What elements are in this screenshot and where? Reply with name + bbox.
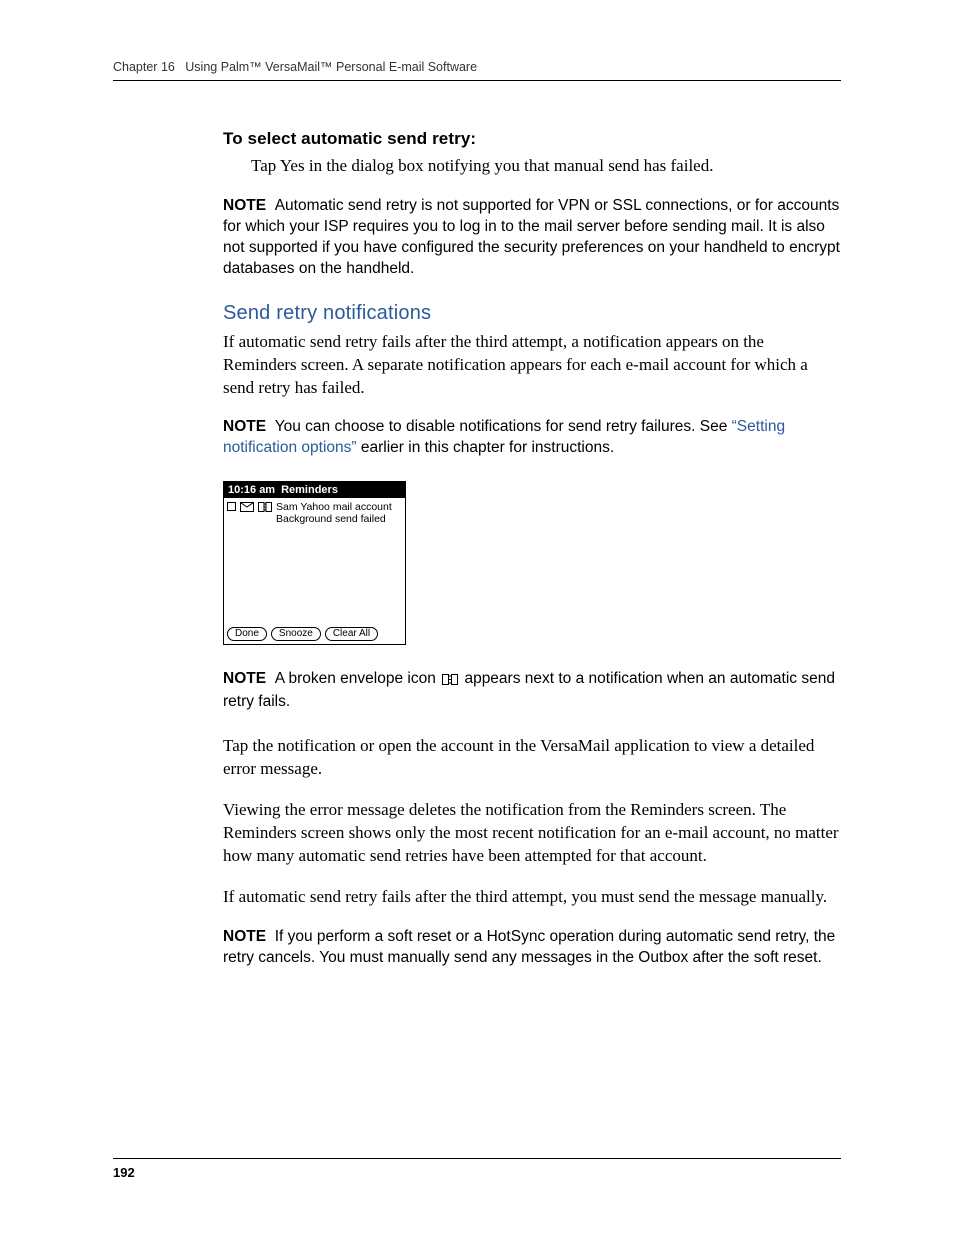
page-footer: 192 (113, 1158, 841, 1180)
screenshot-titlebar: 10:16 am Reminders (224, 482, 405, 498)
note-broken-envelope: NOTE A broken envelope icon appears next… (223, 669, 841, 713)
screenshot-title: Reminders (281, 484, 401, 496)
note-vpn-ssl: NOTE Automatic send retry is not support… (223, 196, 841, 280)
paragraph-manual: If automatic send retry fails after the … (223, 886, 841, 909)
device-screenshot: 10:16 am Reminders Sam Yahoo mail accoun… (223, 481, 406, 645)
note-label: NOTE (223, 670, 266, 687)
note-label: NOTE (223, 197, 266, 214)
clear-all-button: Clear All (325, 627, 378, 641)
page: Chapter 16 Using Palm™ VersaMail™ Person… (0, 0, 954, 1235)
envelope-icon (240, 502, 254, 515)
screenshot-body: Sam Yahoo mail account Background send f… (224, 498, 405, 624)
note-body: Automatic send retry is not supported fo… (223, 197, 840, 277)
checkbox-icon (227, 502, 236, 511)
running-header: Chapter 16 Using Palm™ VersaMail™ Person… (113, 60, 841, 81)
chapter-title: Using Palm™ VersaMail™ Personal E-mail S… (185, 60, 477, 74)
note-label: NOTE (223, 928, 266, 945)
snooze-button: Snooze (271, 627, 321, 641)
broken-envelope-icon (442, 671, 458, 692)
reminder-line2: Background send failed (276, 513, 402, 525)
body-select-retry: Tap Yes in the dialog box notifying you … (251, 155, 841, 178)
done-button: Done (227, 627, 267, 641)
paragraph-tap: Tap the notification or open the account… (223, 735, 841, 781)
reminder-line1: Sam Yahoo mail account (276, 501, 392, 513)
section-heading-notifications: Send retry notifications (223, 302, 841, 325)
note-soft-reset: NOTE If you perform a soft reset or a Ho… (223, 927, 841, 969)
body-notifications: If automatic send retry fails after the … (223, 331, 841, 400)
subheading-select-retry: To select automatic send retry: (223, 129, 841, 149)
note-body: If you perform a soft reset or a HotSync… (223, 928, 835, 966)
note-label: NOTE (223, 418, 266, 435)
chapter-label: Chapter 16 (113, 60, 175, 74)
paragraph-viewing: Viewing the error message deletes the no… (223, 799, 841, 868)
note-text-pre: You can choose to disable notifications … (275, 418, 732, 435)
note-text-post: earlier in this chapter for instructions… (357, 439, 615, 456)
content-area: To select automatic send retry: Tap Yes … (223, 81, 841, 969)
screenshot-time: 10:16 am (228, 484, 275, 496)
broken-envelope-icon (258, 502, 272, 515)
note-disable-notifications: NOTE You can choose to disable notificat… (223, 417, 841, 459)
page-number: 192 (113, 1165, 135, 1180)
reminder-row: Sam Yahoo mail account Background send f… (227, 501, 402, 525)
screenshot-button-bar: Done Snooze Clear All (224, 624, 405, 644)
reminder-text: Sam Yahoo mail account Background send f… (276, 501, 402, 525)
note-text-pre: A broken envelope icon (275, 670, 440, 687)
